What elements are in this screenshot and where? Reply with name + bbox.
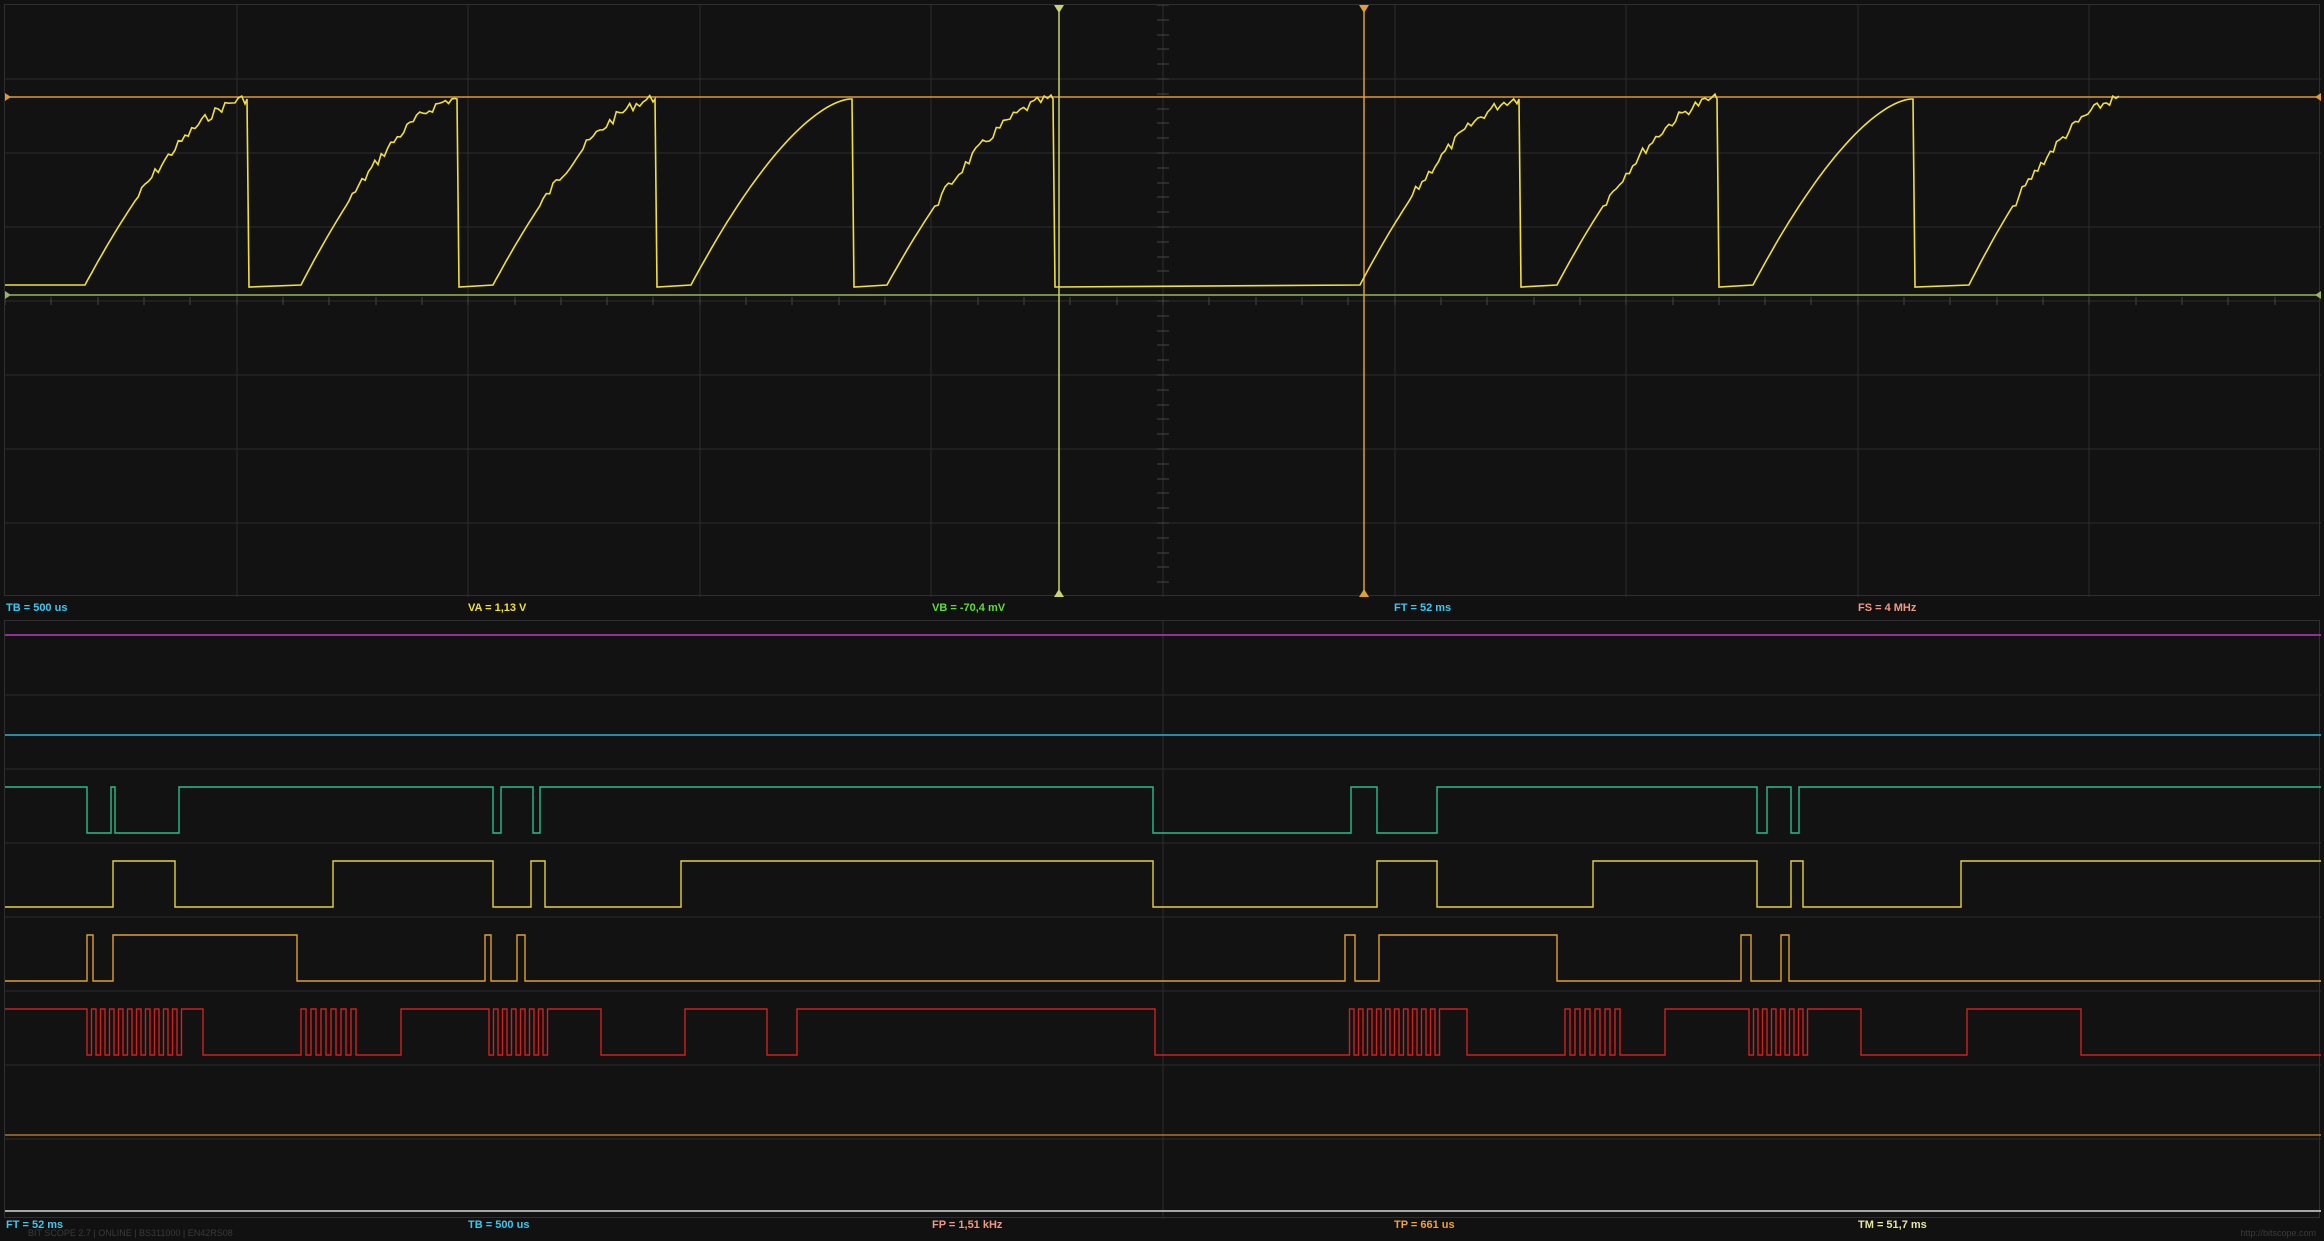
cursor-b-marker-top — [1359, 5, 1369, 13]
oscilloscope-graticule[interactable] — [5, 5, 2321, 597]
voltage-a-readout: VA = 1,13 V — [468, 602, 527, 614]
timebase-readout: TB = 500 us — [6, 602, 68, 614]
voltage-b-readout: VB = -70,4 mV — [932, 602, 1006, 614]
level-marker-low — [5, 291, 11, 299]
frame-time-readout: FT = 52 ms — [1394, 602, 1452, 614]
logic-status-bar: FT = 52 ms TB = 500 us FP = 1,51 kHz TP … — [0, 1217, 2324, 1233]
channel-a-waveform — [5, 92, 2120, 288]
pulse-period-readout: TP = 661 us — [1394, 1219, 1455, 1231]
logic-graticule[interactable] — [5, 621, 2321, 1219]
timebase-readout-bottom: TB = 500 us — [468, 1219, 530, 1231]
level-marker-high-right — [2315, 93, 2321, 101]
cursor-a-marker-top — [1054, 5, 1064, 13]
pulse-frequency-readout: FP = 1,51 kHz — [932, 1219, 1003, 1231]
scope-status-bar: TB = 500 us VA = 1,13 V VB = -70,4 mV FT… — [0, 600, 2324, 616]
logic-analyzer-panel[interactable] — [4, 620, 2321, 1219]
sample-rate-readout: FS = 4 MHz — [1858, 602, 1917, 614]
measured-time-readout: TM = 51,7 ms — [1858, 1219, 1927, 1231]
cursor-b-marker-bottom — [1359, 589, 1369, 597]
device-info-footer: BIT SCOPE 2.7 | ONLINE | BS311000 | EN42… — [28, 1228, 233, 1238]
oscilloscope-panel[interactable] — [4, 4, 2321, 597]
level-marker-high — [5, 93, 11, 101]
level-marker-low-right — [2315, 291, 2321, 299]
cursor-a-marker-bottom — [1054, 589, 1064, 597]
website-footer: http://bitscope.com — [2240, 1228, 2316, 1238]
